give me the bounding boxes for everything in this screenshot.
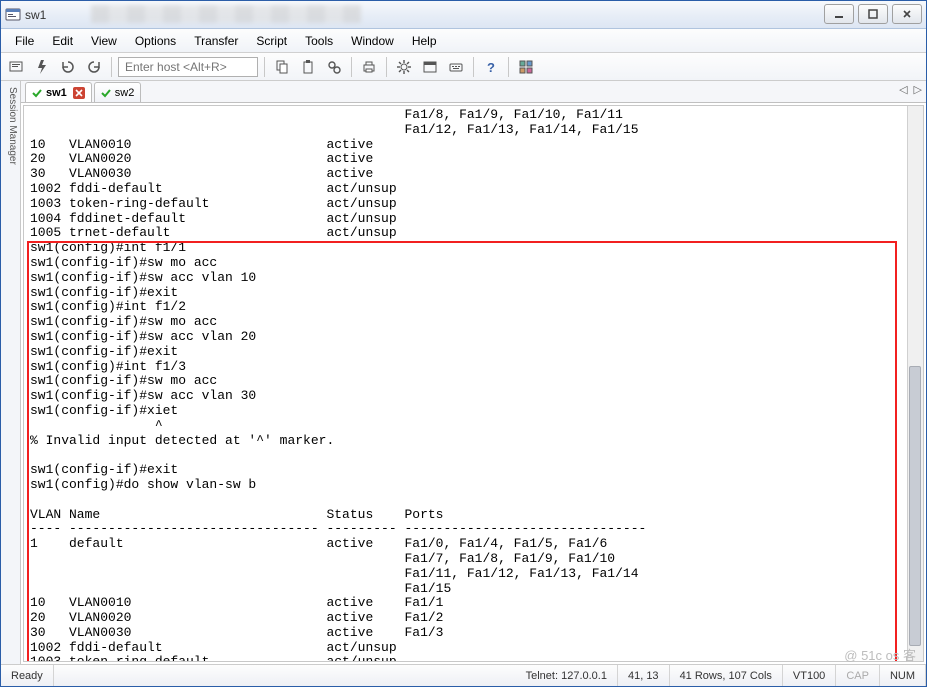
app-icon [5, 7, 21, 23]
tab-strip: sw1 sw2 ◁ ▷ [21, 81, 926, 103]
close-button[interactable] [892, 4, 922, 24]
find-icon[interactable] [323, 56, 345, 78]
window-controls [824, 4, 922, 24]
watermark: @ 51c os 客 [844, 645, 916, 664]
toolbar: ? [1, 53, 926, 81]
connect-icon[interactable] [5, 56, 27, 78]
menu-transfer[interactable]: Transfer [186, 31, 246, 51]
toolbar-separator [508, 57, 509, 77]
session-manager-tab[interactable]: Session Manager [1, 81, 21, 664]
statusbar: Ready Telnet: 127.0.0.1 41, 13 41 Rows, … [1, 664, 926, 686]
status-caps: CAP [836, 665, 880, 686]
tab-next-icon[interactable]: ▷ [914, 83, 922, 96]
tab-sw1[interactable]: sw1 [25, 82, 92, 102]
svg-text:?: ? [487, 60, 495, 75]
blurred-region [91, 5, 361, 23]
disconnect-icon[interactable] [83, 56, 105, 78]
menu-options[interactable]: Options [127, 31, 184, 51]
menu-file[interactable]: File [7, 31, 42, 51]
check-icon [32, 88, 42, 98]
tab-sw2[interactable]: sw2 [94, 82, 142, 102]
toolbar-separator [386, 57, 387, 77]
terminal-area: Fa1/8, Fa1/9, Fa1/10, Fa1/11 Fa1/12, Fa1… [23, 105, 924, 662]
maximize-button[interactable] [858, 4, 888, 24]
menu-tools[interactable]: Tools [297, 31, 341, 51]
help-icon[interactable]: ? [480, 56, 502, 78]
quick-connect-icon[interactable] [31, 56, 53, 78]
tab-navigation: ◁ ▷ [899, 83, 922, 96]
vertical-scrollbar[interactable] [907, 106, 923, 661]
status-ready: Ready [1, 665, 54, 686]
tab-label: sw1 [46, 87, 67, 99]
titlebar: sw1 [1, 1, 926, 29]
tile-icon[interactable] [515, 56, 537, 78]
toolbar-separator [473, 57, 474, 77]
status-cursor: 41, 13 [618, 665, 670, 686]
paste-icon[interactable] [297, 56, 319, 78]
menu-script[interactable]: Script [248, 31, 295, 51]
tab-close-icon[interactable] [73, 87, 85, 99]
menu-window[interactable]: Window [343, 31, 402, 51]
check-icon [101, 88, 111, 98]
settings-icon[interactable] [393, 56, 415, 78]
terminal-output[interactable]: Fa1/8, Fa1/9, Fa1/10, Fa1/11 Fa1/12, Fa1… [24, 106, 923, 662]
menu-edit[interactable]: Edit [44, 31, 81, 51]
toolbar-separator [351, 57, 352, 77]
minimize-button[interactable] [824, 4, 854, 24]
tab-prev-icon[interactable]: ◁ [899, 83, 907, 96]
session-options-icon[interactable] [419, 56, 441, 78]
window-title: sw1 [25, 8, 46, 22]
keymap-icon[interactable] [445, 56, 467, 78]
copy-icon[interactable] [271, 56, 293, 78]
host-input[interactable] [118, 57, 258, 77]
reconnect-icon[interactable] [57, 56, 79, 78]
status-size: 41 Rows, 107 Cols [670, 665, 783, 686]
scrollbar-thumb[interactable] [909, 366, 921, 646]
status-num: NUM [880, 665, 926, 686]
toolbar-separator [264, 57, 265, 77]
menu-view[interactable]: View [83, 31, 125, 51]
menubar: File Edit View Options Transfer Script T… [1, 29, 926, 53]
toolbar-separator [111, 57, 112, 77]
status-emulation: VT100 [783, 665, 836, 686]
status-connection: Telnet: 127.0.0.1 [516, 665, 618, 686]
tab-label: sw2 [115, 87, 135, 99]
print-icon[interactable] [358, 56, 380, 78]
menu-help[interactable]: Help [404, 31, 445, 51]
